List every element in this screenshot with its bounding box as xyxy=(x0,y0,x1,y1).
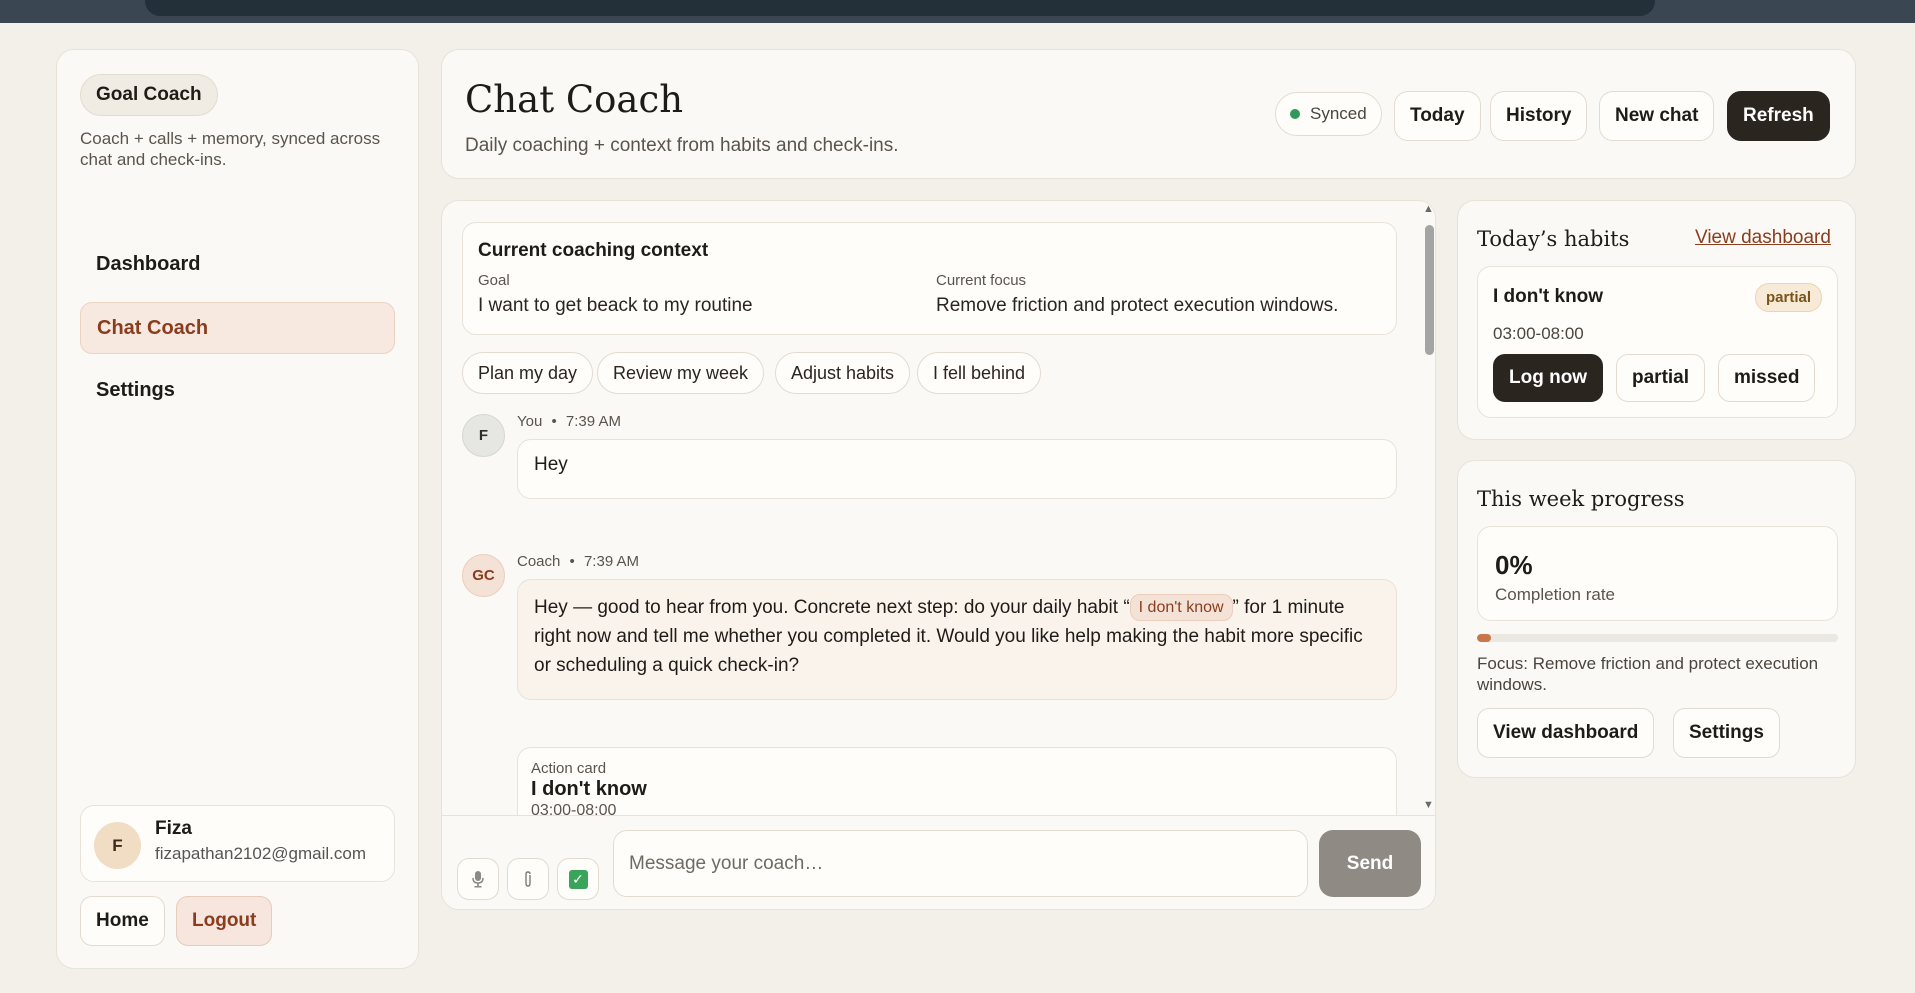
logout-button[interactable]: Logout xyxy=(176,896,273,946)
nav-item-dashboard[interactable]: Dashboard xyxy=(80,238,395,290)
meta-separator: • xyxy=(551,413,557,430)
page-title: Chat Coach xyxy=(465,78,684,121)
prompt-chip-plan-day[interactable]: Plan my day xyxy=(462,352,594,394)
progress-bar-fill xyxy=(1477,634,1491,642)
user-message-avatar: F xyxy=(462,414,505,457)
habit-name: I don't know xyxy=(1493,286,1604,307)
coach-message-bubble: Hey — good to hear from you. Concrete ne… xyxy=(517,579,1397,700)
chat-scrollbar[interactable]: ▲ ▼ xyxy=(1420,201,1435,815)
attach-button[interactable] xyxy=(507,858,549,900)
message-author: Coach xyxy=(517,553,561,570)
user-avatar: F xyxy=(94,822,141,869)
coach-message-avatar: GC xyxy=(462,554,505,597)
meta-separator: • xyxy=(569,553,575,570)
action-card-label: Action card xyxy=(531,760,607,777)
paperclip-icon xyxy=(525,871,531,887)
completion-label: Completion rate xyxy=(1495,585,1616,604)
action-card-time: 03:00-08:00 xyxy=(531,802,617,815)
focus-label: Current focus xyxy=(936,272,1027,289)
nav-item-chat-coach[interactable]: Chat Coach xyxy=(80,302,395,354)
coaching-context-card: Current coaching context Goal I want to … xyxy=(462,222,1397,335)
sync-status-label: Synced xyxy=(1310,104,1367,123)
settings-button[interactable]: Settings xyxy=(1673,708,1780,758)
partial-button[interactable]: partial xyxy=(1616,354,1706,402)
today-button[interactable]: Today xyxy=(1394,91,1481,141)
prompt-chip-fell-behind[interactable]: I fell behind xyxy=(917,352,1042,394)
microphone-button[interactable] xyxy=(457,858,499,900)
history-button[interactable]: History xyxy=(1490,91,1588,141)
user-name: Fiza xyxy=(155,818,192,839)
progress-card-title: This week progress xyxy=(1477,487,1685,511)
message-meta: Coach • 7:39 AM xyxy=(517,553,639,570)
home-button[interactable]: Home xyxy=(80,896,165,946)
nav-item-settings[interactable]: Settings xyxy=(80,364,395,416)
goal-value: I want to get beack to my routine xyxy=(478,295,753,316)
brand-description: Coach + calls + memory, synced across ch… xyxy=(80,129,381,169)
view-dashboard-link[interactable]: View dashboard xyxy=(1695,227,1831,249)
message-meta: You • 7:39 AM xyxy=(517,413,621,430)
coach-message-text: Hey — good to hear from you. Concrete ne… xyxy=(534,597,1130,618)
address-bar[interactable] xyxy=(145,0,1655,16)
brand-chip: Goal Coach xyxy=(80,74,218,116)
weekly-progress-card: This week progress 0% Completion rate Fo… xyxy=(1457,460,1856,778)
checkbox-icon: ✓ xyxy=(568,869,588,889)
status-dot-icon xyxy=(1290,109,1300,119)
scrollbar-thumb[interactable] xyxy=(1425,225,1434,355)
scroll-up-arrow-icon[interactable]: ▲ xyxy=(1423,203,1434,215)
sidebar: Goal Coach Coach + calls + memory, synce… xyxy=(56,49,419,969)
log-now-button[interactable]: Log now xyxy=(1493,354,1604,402)
page-header: Chat Coach Daily coaching + context from… xyxy=(441,49,1856,179)
focus-value: Remove friction and protect execution wi… xyxy=(936,295,1339,316)
microphone-icon xyxy=(472,871,484,888)
user-card: F Fiza fizapathan2102@gmail.com xyxy=(80,805,395,882)
habit-time: 03:00-08:00 xyxy=(1493,324,1584,343)
missed-button[interactable]: missed xyxy=(1718,354,1816,402)
prompt-chip-adjust-habits[interactable]: Adjust habits xyxy=(775,352,911,394)
action-card-title: I don't know xyxy=(531,778,647,800)
scroll-down-arrow-icon[interactable]: ▼ xyxy=(1423,799,1434,811)
send-button[interactable]: Send xyxy=(1319,830,1421,897)
checkin-button[interactable]: ✓ xyxy=(557,858,599,900)
message-author: You xyxy=(517,413,543,430)
user-email: fizapathan2102@gmail.com xyxy=(155,844,366,863)
page-subtitle: Daily coaching + context from habits and… xyxy=(465,135,899,156)
message-time: 7:39 AM xyxy=(583,553,640,570)
message-composer: ✓ Send xyxy=(442,815,1435,909)
view-dashboard-button[interactable]: View dashboard xyxy=(1477,708,1655,758)
completion-stat: 0% Completion rate xyxy=(1477,526,1838,621)
action-card[interactable]: Action card I don't know 03:00-08:00 xyxy=(517,747,1397,815)
habit-item: I don't know partial 03:00-08:00 Log now… xyxy=(1477,266,1838,418)
todays-habits-card: Today’s habits View dashboard I don't kn… xyxy=(1457,200,1856,440)
focus-text: Focus: Remove friction and protect execu… xyxy=(1477,654,1819,694)
chat-transcript[interactable]: Current coaching context Goal I want to … xyxy=(442,201,1420,815)
chat-panel: Current coaching context Goal I want to … xyxy=(441,200,1436,910)
completion-value: 0% xyxy=(1495,550,1533,580)
prompt-chip-review-week[interactable]: Review my week xyxy=(597,352,765,394)
browser-toolbar xyxy=(0,0,1915,23)
habit-status-badge: partial xyxy=(1754,283,1822,312)
message-time: 7:39 AM xyxy=(565,413,621,430)
sync-status-badge: Synced xyxy=(1275,92,1382,136)
goal-label: Goal xyxy=(478,272,510,289)
message-input[interactable] xyxy=(613,830,1308,897)
refresh-button[interactable]: Refresh xyxy=(1727,91,1830,141)
context-title: Current coaching context xyxy=(478,240,709,261)
habit-tag: I don't know xyxy=(1129,594,1233,621)
user-message-bubble: Hey xyxy=(517,439,1397,499)
new-chat-button[interactable]: New chat xyxy=(1599,91,1715,141)
progress-bar xyxy=(1477,634,1838,642)
habits-card-title: Today’s habits xyxy=(1477,227,1630,251)
